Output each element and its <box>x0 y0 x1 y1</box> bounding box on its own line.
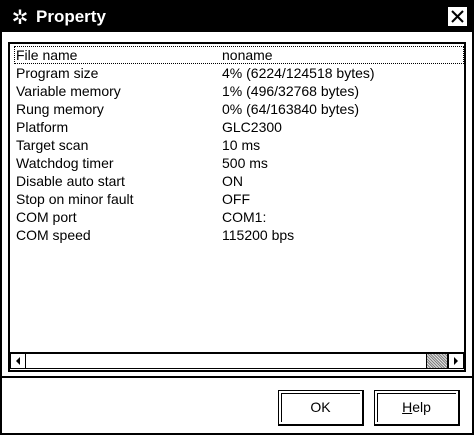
property-row-com-speed[interactable]: COM speed 115200 bps <box>14 226 464 244</box>
title-bar[interactable]: ✲ Property <box>2 2 472 32</box>
property-name: Program size <box>16 65 99 81</box>
property-row-disable-auto-start[interactable]: Disable auto start ON <box>14 172 464 190</box>
property-row-platform[interactable]: Platform GLC2300 <box>14 118 464 136</box>
property-name: Disable auto start <box>16 173 125 189</box>
property-list[interactable]: File name noname Program size 4% (6224/1… <box>8 42 466 372</box>
property-value: 0% (64/163840 bytes) <box>222 101 359 117</box>
scroll-track[interactable] <box>26 353 448 369</box>
property-dialog: ✲ Property File name noname Program size… <box>0 0 474 435</box>
property-name: Platform <box>16 119 69 135</box>
property-name: COM speed <box>16 227 91 243</box>
property-name: Watchdog timer <box>16 155 114 171</box>
property-row-target-scan[interactable]: Target scan 10 ms <box>14 136 464 154</box>
property-name: Stop on minor fault <box>16 191 134 207</box>
button-divider <box>2 376 472 378</box>
property-value: 500 ms <box>222 155 268 171</box>
property-row-com-port[interactable]: COM port COM1: <box>14 208 464 226</box>
property-name: Variable memory <box>16 83 121 99</box>
scroll-thumb[interactable] <box>426 353 448 369</box>
property-value: 10 ms <box>222 137 261 153</box>
property-row-program-size[interactable]: Program size 4% (6224/124518 bytes) <box>14 64 464 82</box>
close-button[interactable] <box>447 6 468 27</box>
property-row-rung-memory[interactable]: Rung memory 0% (64/163840 bytes) <box>14 100 464 118</box>
property-value: 115200 bps <box>222 227 295 243</box>
property-value: GLC2300 <box>222 119 282 135</box>
horizontal-scrollbar[interactable] <box>10 352 464 370</box>
property-row-watchdog-timer[interactable]: Watchdog timer 500 ms <box>14 154 464 172</box>
ok-button[interactable]: OK <box>278 390 364 426</box>
help-button[interactable]: Help <box>374 390 460 426</box>
scroll-right-button[interactable] <box>448 353 464 369</box>
property-name: Rung memory <box>16 101 104 117</box>
scroll-left-button[interactable] <box>10 353 26 369</box>
property-value: noname <box>222 47 273 63</box>
property-name: COM port <box>16 209 77 225</box>
close-icon <box>451 10 464 23</box>
property-value: 1% (496/32768 bytes) <box>222 83 359 99</box>
arrow-right-icon <box>454 357 458 365</box>
property-value: COM1: <box>222 209 267 225</box>
property-row-stop-on-minor-fault[interactable]: Stop on minor fault OFF <box>14 190 464 208</box>
property-rows: File name noname Program size 4% (6224/1… <box>14 46 464 244</box>
property-value: ON <box>222 173 243 189</box>
property-row-file-name[interactable]: File name noname <box>14 46 464 64</box>
property-row-variable-memory[interactable]: Variable memory 1% (496/32768 bytes) <box>14 82 464 100</box>
property-value: 4% (6224/124518 bytes) <box>222 65 375 81</box>
help-mnemonic: H <box>402 399 413 415</box>
window-title: Property <box>36 7 106 26</box>
property-name: Target scan <box>16 137 89 153</box>
property-value: OFF <box>222 191 250 207</box>
help-label-rest: elp <box>412 399 431 415</box>
property-name: File name <box>16 47 78 63</box>
arrow-left-icon <box>16 357 20 365</box>
gear-icon: ✲ <box>11 5 29 29</box>
